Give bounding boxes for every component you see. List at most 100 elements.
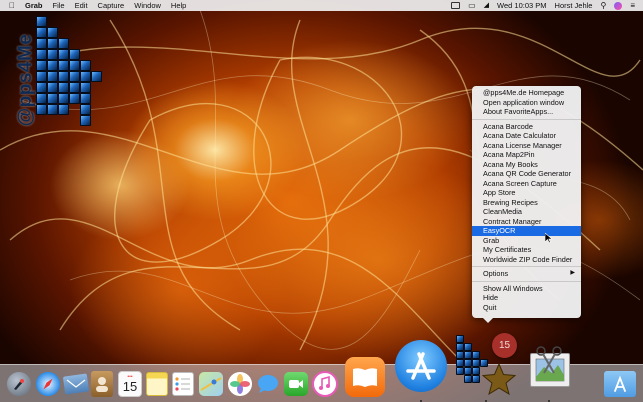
logo-cube (47, 27, 58, 38)
menu-item-acana-screen-capture[interactable]: Acana Screen Capture (472, 179, 581, 189)
logo-cube (36, 104, 47, 115)
notification-badge: 15 (492, 333, 517, 358)
menu-item-open-window[interactable]: Open application window (472, 98, 581, 108)
menu-bar:  Grab File Edit Capture Window Help ▭ ◢… (0, 0, 643, 11)
menu-item-homepage[interactable]: @pps4Me.de Homepage (472, 88, 581, 98)
logo-cube (47, 60, 58, 71)
logo-cube (69, 49, 80, 60)
menu-file[interactable]: File (53, 0, 65, 11)
logo-cube (36, 16, 47, 27)
logo-cube (69, 71, 80, 82)
menu-item-options[interactable]: Options ▶ (472, 269, 581, 279)
menu-item-contract-manager[interactable]: Contract Manager (472, 217, 581, 227)
photos-icon[interactable] (228, 372, 252, 396)
menu-item-acana-my-books[interactable]: Acana My Books (472, 160, 581, 170)
dock-context-menu: @pps4Me.de Homepage Open application win… (472, 86, 581, 323)
facetime-icon[interactable] (284, 372, 308, 396)
logo-cube (58, 93, 69, 104)
logo-cube (47, 93, 58, 104)
safari-icon[interactable] (36, 372, 60, 396)
menu-item-my-certificates[interactable]: My Certificates (472, 245, 581, 255)
menu-separator (472, 118, 581, 120)
menu-help[interactable]: Help (171, 0, 186, 11)
logo-text: @pps4Me (15, 33, 36, 127)
menu-capture[interactable]: Capture (98, 0, 125, 11)
menu-item-hide[interactable]: Hide (472, 293, 581, 303)
menu-item-acana-date-calculator[interactable]: Acana Date Calculator (472, 131, 581, 141)
logo-cube (36, 49, 47, 60)
logo-cube (58, 60, 69, 71)
logo-cube (80, 104, 91, 115)
grab-icon[interactable] (524, 343, 574, 393)
search-icon[interactable]: ⚲ (600, 0, 606, 11)
menu-item-zip-code-finder[interactable]: Worldwide ZIP Code Finder (472, 255, 581, 265)
siri-icon[interactable] (614, 1, 623, 10)
apple-icon[interactable]:  (9, 0, 15, 11)
downloads-stack-icon[interactable] (604, 371, 636, 397)
menu-item-acana-license-manager[interactable]: Acana License Manager (472, 141, 581, 151)
logo-cube (47, 49, 58, 60)
logo-cube (58, 82, 69, 93)
menu-edit[interactable]: Edit (75, 0, 88, 11)
logo-cube (58, 104, 69, 115)
calendar-day: 15 (122, 379, 138, 394)
reminders-icon[interactable] (172, 372, 194, 396)
menu-item-acana-map2pin[interactable]: Acana Map2Pin (472, 150, 581, 160)
menu-item-acana-barcode[interactable]: Acana Barcode (472, 122, 581, 132)
menu-item-app-store[interactable]: App Store (472, 188, 581, 198)
logo-cube (69, 93, 80, 104)
messages-icon[interactable] (256, 372, 280, 396)
logo-cube (58, 71, 69, 82)
menu-item-cleanmedia[interactable]: CleanMedia (472, 207, 581, 217)
menu-item-brewing-recipes[interactable]: Brewing Recipes (472, 198, 581, 208)
menu-item-grab[interactable]: Grab (472, 236, 581, 246)
logo-cube (36, 60, 47, 71)
menu-separator (472, 266, 581, 267)
logo-cube (47, 82, 58, 93)
logo-cube (47, 38, 58, 49)
logo-cube (36, 71, 47, 82)
menu-item-quit[interactable]: Quit (472, 303, 581, 313)
mouse-pointer-icon (545, 233, 553, 243)
menu-item-about[interactable]: About FavoriteApps... (472, 107, 581, 117)
logo-cube (69, 82, 80, 93)
logo-cube (80, 93, 91, 104)
menu-separator (472, 280, 581, 282)
logo-cube (47, 104, 58, 115)
logo-cube (91, 71, 102, 82)
app-store-icon[interactable] (395, 340, 447, 392)
menu-app-name[interactable]: Grab (25, 0, 43, 11)
clock[interactable]: Wed 10:03 PM (497, 0, 546, 11)
itunes-icon[interactable] (312, 371, 338, 397)
menu-item-easyocr[interactable]: EasyOCR (472, 226, 581, 236)
launchpad-icon[interactable] (7, 372, 31, 396)
wifi-icon[interactable]: ◢ (484, 0, 489, 11)
ibooks-icon[interactable] (345, 357, 385, 397)
user-name[interactable]: Horst Jehle (555, 0, 593, 11)
logo-cube (69, 60, 80, 71)
submenu-arrow-icon: ▶ (570, 270, 575, 276)
apps4me-logo: @pps4Me (6, 14, 106, 136)
dock: ••• 15 (0, 335, 643, 402)
calendar-icon[interactable]: ••• 15 (118, 371, 142, 397)
menu-item-show-all-windows[interactable]: Show All Windows (472, 284, 581, 294)
logo-cube (80, 60, 91, 71)
logo-cube (36, 38, 47, 49)
logo-cube (36, 93, 47, 104)
menu-item-acana-qr-code-generator[interactable]: Acana QR Code Generator (472, 169, 581, 179)
logo-cube (58, 49, 69, 60)
menu-window[interactable]: Window (134, 0, 161, 11)
contacts-icon[interactable] (91, 371, 113, 397)
list-icon[interactable]: ≡ (630, 0, 635, 11)
mail-icon[interactable] (62, 372, 90, 396)
logo-cube (80, 82, 91, 93)
options-label: Options (483, 269, 509, 278)
notes-icon[interactable] (146, 372, 168, 396)
star-icon (482, 363, 516, 395)
airplay-icon[interactable]: ▭ (468, 0, 476, 11)
logo-cube (36, 82, 47, 93)
maps-icon[interactable] (199, 372, 223, 396)
logo-cube (58, 38, 69, 49)
logo-cube (36, 27, 47, 38)
display-icon[interactable] (451, 2, 461, 9)
